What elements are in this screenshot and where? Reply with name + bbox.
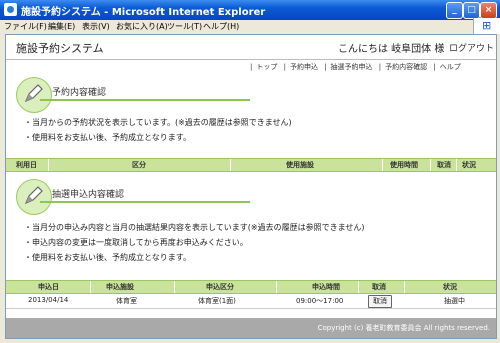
maximize-button[interactable]: □	[463, 2, 480, 19]
menubar: ファイル(F) 編集(E) 表示(V) お気に入り(A) ツール(T) ヘルプ(…	[0, 20, 500, 33]
reservation-notes: 当月からの予約状況を表示しています。(※過去の履歴は参照できません) 使用料をお…	[24, 115, 292, 145]
section-underline	[40, 201, 250, 203]
reservation-table-header: 利用日 区分 使用施設 使用時間 取消 状況	[6, 158, 496, 172]
logout-link[interactable]: ログアウト	[449, 41, 494, 54]
nav-top[interactable]: トップ	[256, 63, 277, 71]
menu-favorites[interactable]: お気に入り(A)	[116, 21, 168, 32]
nav-reservation-confirm[interactable]: 予約内容確認	[385, 63, 427, 71]
page-header: 施設予約システム こんにちは 岐阜団体 様 ログアウト	[6, 35, 496, 60]
list-item: 当月からの予約状況を表示しています。(※過去の履歴は参照できません)	[24, 115, 292, 130]
column-header: 区分	[132, 161, 146, 169]
menu-edit[interactable]: 編集(E)	[48, 21, 75, 32]
apply-category: 体育室(1面)	[198, 297, 236, 305]
nav-lottery-reserve[interactable]: 抽選予約申込	[331, 63, 373, 71]
greeting: こんにちは 岐阜団体 様	[338, 44, 445, 55]
status-badge: 抽選中	[444, 297, 465, 305]
reservation-section-heading: 予約内容確認	[16, 77, 250, 113]
list-item: 当月分の申込み内容と当月の抽選結果内容を表示しています(※過去の履歴は参照できま…	[24, 220, 364, 235]
lottery-table-header: 申込日 申込施設 申込区分 申込時間 取消 状況	[6, 280, 496, 294]
menu-tools[interactable]: ツール(T)	[167, 21, 202, 32]
section-underline	[40, 99, 250, 101]
column-header: 状況	[443, 283, 457, 291]
column-header: 申込時間	[312, 283, 340, 291]
minimize-button[interactable]: _	[446, 2, 463, 19]
apply-time: 09:00～17:00	[296, 297, 344, 305]
page-footer: Copyright (c) 養老町教育委員会 All rights reserv…	[6, 318, 496, 338]
menu-help[interactable]: ヘルプ(H)	[203, 21, 239, 32]
ie-icon	[4, 3, 17, 16]
reservation-section-title: 予約内容確認	[52, 88, 107, 98]
column-header: 使用施設	[286, 161, 314, 169]
windows-logo-icon	[473, 18, 500, 34]
column-header: 利用日	[16, 161, 37, 169]
window-title: 施設予約システム - Microsoft Internet Explorer	[21, 7, 266, 18]
cancel-button[interactable]: 取消	[368, 295, 392, 308]
list-item: 使用料をお支払い後、予約成立となります。	[24, 250, 364, 265]
nav-links: | トップ | 予約申込 | 抽選予約申込 | 予約内容確認 | ヘルプ	[250, 63, 461, 71]
table-row: 2013/04/14 体育室 体育室(1面) 09:00～17:00 取消 抽選…	[6, 294, 496, 309]
menu-file[interactable]: ファイル(F)	[4, 21, 47, 32]
close-button[interactable]: ×	[480, 2, 497, 19]
list-item: 使用料をお支払い後、予約成立となります。	[24, 130, 292, 145]
system-name: 施設予約システム	[16, 42, 104, 55]
column-header: 使用時間	[390, 161, 418, 169]
pencil-icon	[16, 77, 52, 113]
apply-facility: 体育室	[116, 297, 137, 305]
column-header: 申込日	[38, 283, 59, 291]
lottery-section-heading: 抽選申込内容確認	[16, 179, 250, 215]
column-header: 状況	[462, 161, 476, 169]
window-titlebar: 施設予約システム - Microsoft Internet Explorer _…	[0, 0, 500, 20]
copyright: Copyright (c) 養老町教育委員会 All rights reserv…	[317, 324, 490, 332]
browser-content: 施設予約システム こんにちは 岐阜団体 様 ログアウト | トップ | 予約申込 |…	[5, 34, 497, 339]
column-header: 取消	[437, 161, 451, 169]
list-item: 申込内容の変更は一度取消してから再度お申込みください。	[24, 235, 364, 250]
nav-help[interactable]: ヘルプ	[440, 63, 461, 71]
lottery-section-title: 抽選申込内容確認	[52, 190, 125, 200]
nav-reserve[interactable]: 予約申込	[290, 63, 318, 71]
apply-date: 2013/04/14	[28, 296, 69, 304]
lottery-notes: 当月分の申込み内容と当月の抽選結果内容を表示しています(※過去の履歴は参照できま…	[24, 220, 364, 265]
column-header: 取消	[372, 283, 386, 291]
menu-view[interactable]: 表示(V)	[82, 21, 110, 32]
pencil-icon	[16, 179, 52, 215]
column-header: 申込区分	[206, 283, 234, 291]
column-header: 申込施設	[106, 283, 134, 291]
